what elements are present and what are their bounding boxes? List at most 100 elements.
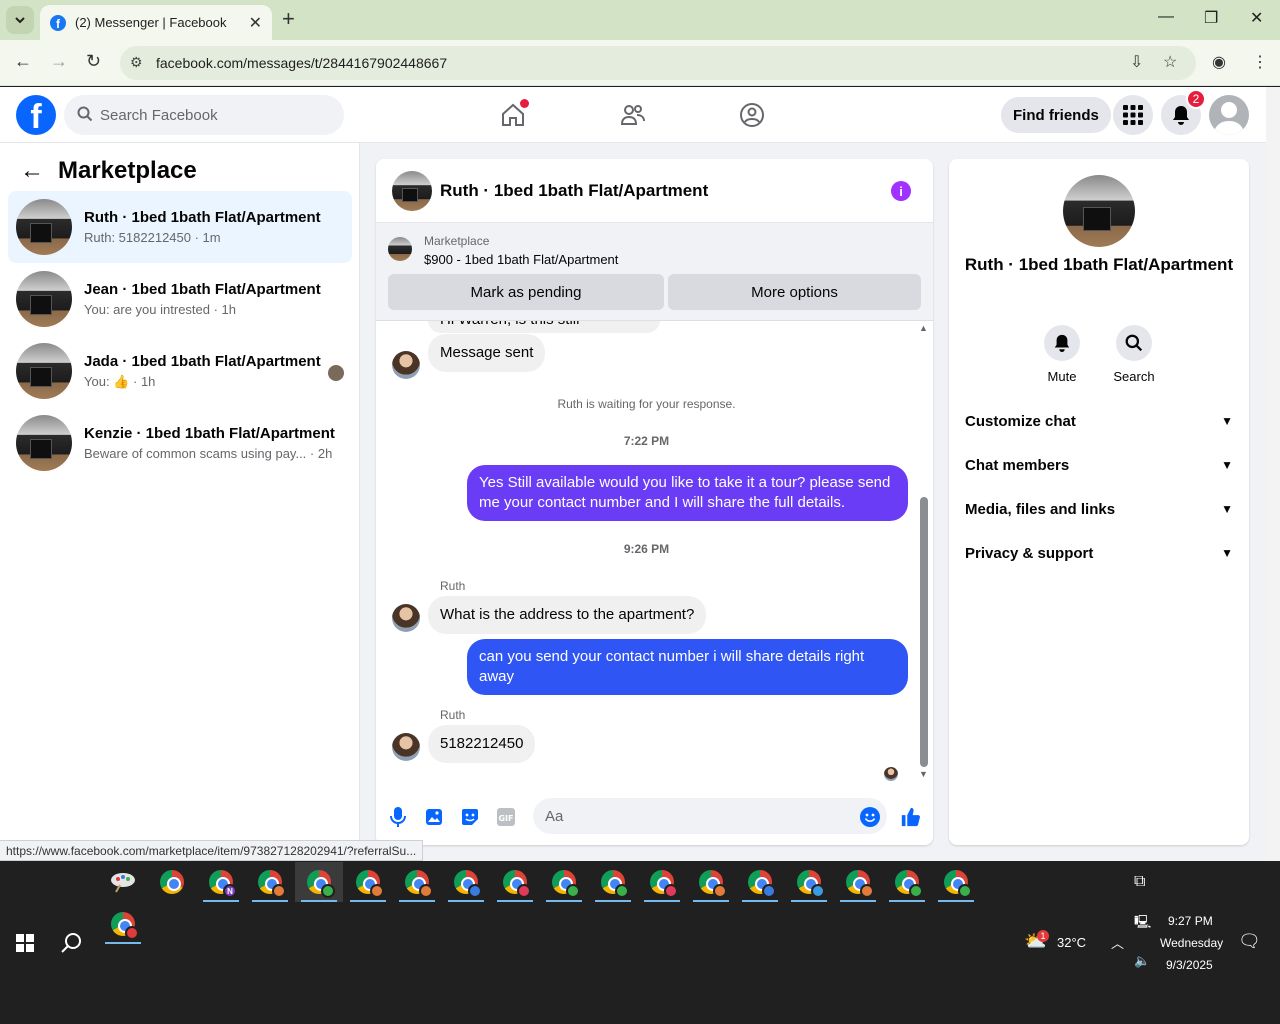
thumbs-up-like-button[interactable] — [900, 807, 920, 827]
chat-listing-thumbnail[interactable] — [392, 170, 432, 211]
bookmark-star-icon[interactable]: ☆ — [1163, 52, 1177, 72]
taskbar-app-chrome-profile[interactable] — [687, 862, 735, 902]
scroll-down-arrow[interactable]: ▼ — [919, 769, 928, 779]
taskbar-app-chrome-profile[interactable]: N — [197, 862, 245, 902]
restore-window-button[interactable]: ❐ — [1204, 8, 1218, 28]
scroll-thumb[interactable] — [920, 497, 928, 767]
chrome-icon — [944, 870, 972, 898]
reload-button[interactable]: ↻ — [86, 51, 101, 72]
ruth-avatar[interactable] — [392, 351, 420, 379]
groups-nav-button[interactable] — [738, 101, 766, 129]
taskbar-app-chrome-profile[interactable] — [540, 862, 588, 902]
friends-nav-button[interactable] — [619, 101, 647, 129]
browser-menu-icon[interactable]: ⋮ — [1252, 52, 1268, 72]
menu-button[interactable] — [1113, 95, 1153, 135]
chat-scrollbar[interactable]: ▲ ▼ — [918, 323, 930, 779]
windows-start-icon[interactable] — [16, 934, 34, 952]
close-window-button[interactable]: ✕ — [1250, 8, 1263, 28]
sender-name: Ruth — [440, 708, 466, 722]
row-label: Customize chat — [965, 412, 1076, 430]
taskbar-app-chrome-profile[interactable] — [785, 862, 833, 902]
clock-day[interactable]: Wednesday — [1160, 936, 1223, 950]
network-icon[interactable]: 🖳 — [1134, 913, 1151, 935]
message-list[interactable]: Hi Warren, is this still available? Mess… — [376, 321, 933, 783]
page-scrollbar[interactable] — [1266, 87, 1280, 861]
back-button[interactable]: ← — [14, 51, 32, 72]
search-icon[interactable] — [60, 931, 84, 955]
taskbar-app-paint[interactable] — [99, 862, 147, 902]
chrome-icon — [307, 870, 335, 898]
banner-item[interactable]: $900 - 1bed 1bath Flat/Apartment — [424, 252, 618, 267]
forward-button[interactable]: → — [50, 51, 68, 72]
taskbar-app-chrome[interactable] — [148, 862, 196, 902]
show-hidden-icons-chevron-icon[interactable]: ︿ — [1111, 933, 1124, 952]
mute-button[interactable]: Mute — [1032, 325, 1092, 384]
privacy-support-row[interactable]: Privacy & support ▼ — [965, 531, 1233, 575]
taskbar-app-chrome-profile-active[interactable] — [295, 862, 343, 902]
details-listing-thumbnail[interactable] — [1063, 175, 1135, 247]
weather-temperature[interactable]: 32°C — [1057, 935, 1086, 950]
close-tab-icon[interactable]: ✕ — [249, 13, 262, 33]
more-options-button[interactable]: More options — [668, 274, 921, 310]
paint-app-icon — [111, 873, 135, 893]
customize-chat-row[interactable]: Customize chat ▼ — [965, 399, 1233, 443]
ruth-avatar[interactable] — [392, 733, 420, 761]
sticker-icon[interactable] — [460, 807, 480, 827]
facebook-logo-icon[interactable]: f — [16, 95, 56, 135]
facebook-search-input[interactable]: Search Facebook — [64, 95, 344, 135]
taskbar-app-chrome-profile[interactable] — [834, 862, 882, 902]
conversation-item-jean[interactable]: Jean · 1bed 1bath Flat/Apartment You: ar… — [8, 263, 352, 335]
taskbar-app-chrome-profile[interactable] — [393, 862, 441, 902]
taskbar-app-chrome-profile[interactable] — [344, 862, 392, 902]
minimize-window-button[interactable]: — — [1158, 8, 1174, 26]
media-files-links-row[interactable]: Media, files and links ▼ — [965, 487, 1233, 531]
conversation-item-ruth[interactable]: Ruth · 1bed 1bath Flat/Apartment Ruth: 5… — [8, 191, 352, 263]
emoji-icon[interactable] — [860, 807, 880, 827]
address-bar[interactable]: ⚙ facebook.com/messages/t/28441679024486… — [120, 46, 1196, 80]
bell-icon — [1173, 106, 1189, 125]
site-info-icon[interactable]: ⚙ — [130, 54, 143, 71]
find-friends-button[interactable]: Find friends — [1001, 97, 1111, 133]
taskbar-app-chrome-profile[interactable] — [736, 862, 784, 902]
taskbar-app-chrome-profile[interactable] — [932, 862, 980, 902]
photo-icon[interactable] — [424, 807, 444, 827]
profile-icon[interactable]: ◉ — [1212, 52, 1226, 72]
browser-tab-messenger[interactable]: f (2) Messenger | Facebook ✕ — [40, 5, 272, 40]
account-avatar[interactable] — [1209, 95, 1249, 135]
home-nav-button[interactable] — [499, 99, 529, 129]
chat-title[interactable]: Ruth · 1bed 1bath Flat/Apartment — [440, 181, 708, 201]
taskbar-app-chrome-profile[interactable] — [442, 862, 490, 902]
conversation-preview: You: are you intrested · 1h — [84, 302, 237, 317]
gif-icon[interactable]: GIF — [496, 807, 516, 827]
chat-members-row[interactable]: Chat members ▼ — [965, 443, 1233, 487]
mark-as-pending-button[interactable]: Mark as pending — [388, 274, 664, 310]
tab-title: (2) Messenger | Facebook — [75, 15, 227, 30]
taskbar-app-chrome-profile[interactable] — [491, 862, 539, 902]
meet-now-icon[interactable]: ⧉ — [1134, 873, 1145, 891]
facebook-header: f Search Facebook Find friends 2 — [0, 87, 1266, 143]
taskbar-app-chrome-profile[interactable] — [638, 862, 686, 902]
clock-date[interactable]: 9/3/2025 — [1166, 958, 1213, 972]
back-arrow-icon[interactable]: ← — [20, 157, 44, 185]
taskbar-app-chrome-profile[interactable] — [589, 862, 637, 902]
tab-search-button[interactable] — [6, 6, 34, 34]
url-text: facebook.com/messages/t/2844167902448667 — [156, 55, 448, 71]
grid-menu-icon — [1123, 105, 1143, 125]
info-icon[interactable]: i — [891, 181, 911, 201]
search-in-chat-button[interactable]: Search — [1104, 325, 1164, 384]
scroll-up-arrow[interactable]: ▲ — [919, 323, 928, 333]
taskbar-app-chrome-profile[interactable] — [246, 862, 294, 902]
conversation-item-jada[interactable]: Jada · 1bed 1bath Flat/Apartment You: 👍 … — [8, 335, 352, 407]
microphone-icon[interactable] — [388, 807, 408, 827]
clock-time[interactable]: 9:27 PM — [1168, 914, 1213, 928]
conversation-item-kenzie[interactable]: Kenzie · 1bed 1bath Flat/Apartment Bewar… — [8, 407, 352, 479]
taskbar-app-chrome-profile[interactable] — [99, 904, 147, 944]
volume-icon[interactable]: 🔈 — [1134, 953, 1150, 969]
message-input[interactable] — [533, 798, 887, 834]
taskbar-app-chrome-profile[interactable] — [883, 862, 931, 902]
listing-thumbnail — [16, 199, 72, 255]
notification-center-icon[interactable]: 🗨 — [1238, 931, 1261, 952]
ruth-avatar[interactable] — [392, 604, 420, 632]
new-tab-button[interactable]: + — [282, 8, 295, 30]
install-app-icon[interactable]: ⇩ — [1130, 52, 1143, 72]
